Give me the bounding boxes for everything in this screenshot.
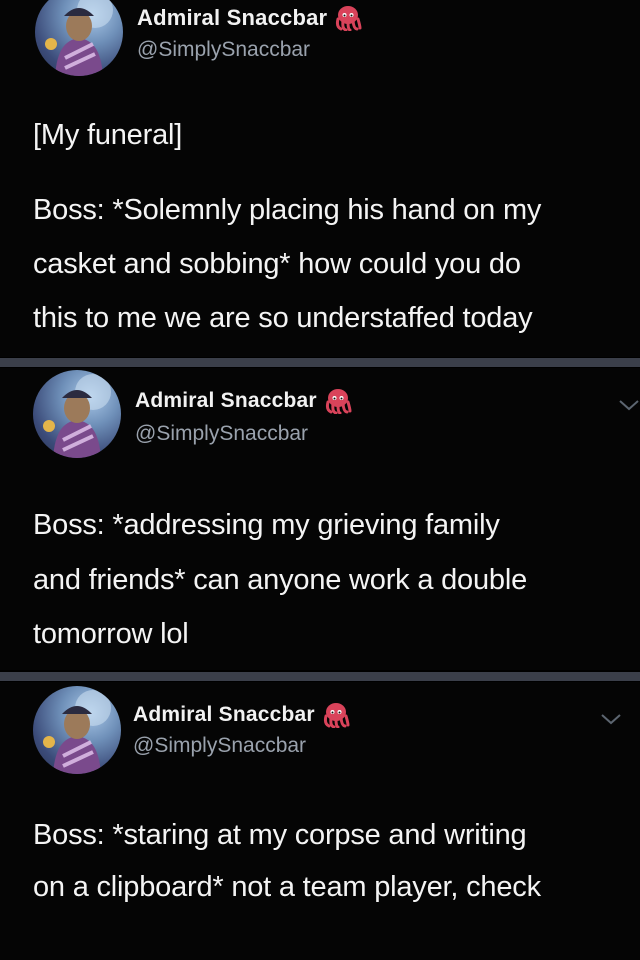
author-handle[interactable]: @SimplySnaccbar [133, 734, 306, 758]
tweet-text-line: this to me we are so understaffed today [33, 302, 533, 334]
tweet-divider [0, 672, 640, 681]
tweet-card[interactable]: Admiral Snaccbar @SimplySnaccbar Boss: *… [0, 368, 640, 670]
tweet-text-line: Boss: *staring at my corpse and writing [33, 819, 527, 851]
tweet-card[interactable]: Admiral Snaccbar @SimplySnaccbar [My fun… [0, 0, 640, 357]
tweet-card[interactable]: Admiral Snaccbar @SimplySnaccbar Boss: *… [0, 682, 640, 960]
author-handle[interactable]: @SimplySnaccbar [135, 422, 308, 446]
chevron-down-icon[interactable] [600, 712, 622, 726]
tweet-text-line: on a clipboard* not a team player, check [33, 871, 541, 903]
avatar-icon[interactable] [35, 0, 123, 76]
octopus-emoji-icon [321, 702, 351, 729]
tweet-text-line: casket and sobbing* how could you do [33, 248, 521, 280]
tweet-text-line: and friends* can anyone work a double [33, 564, 527, 596]
tweet-text-line: [My funeral] [33, 119, 183, 151]
author-name-row[interactable]: Admiral Snaccbar [135, 388, 353, 415]
author-name-row[interactable]: Admiral Snaccbar [137, 5, 363, 32]
chevron-down-icon[interactable] [618, 398, 640, 412]
octopus-emoji-icon [333, 5, 363, 32]
avatar-icon[interactable] [33, 686, 121, 774]
tweet-divider [0, 358, 640, 367]
octopus-emoji-icon [323, 388, 353, 415]
avatar-icon[interactable] [33, 370, 121, 458]
tweet-text-line: Boss: *Solemnly placing his hand on my [33, 194, 542, 226]
author-display-name[interactable]: Admiral Snaccbar [137, 5, 327, 31]
tweet-text-line: Boss: *addressing my grieving family [33, 509, 500, 541]
author-display-name[interactable]: Admiral Snaccbar [135, 389, 317, 413]
tweet-text-line: tomorrow lol [33, 618, 189, 650]
author-name-row[interactable]: Admiral Snaccbar [133, 702, 351, 729]
author-display-name[interactable]: Admiral Snaccbar [133, 703, 315, 727]
author-handle[interactable]: @SimplySnaccbar [137, 38, 310, 62]
